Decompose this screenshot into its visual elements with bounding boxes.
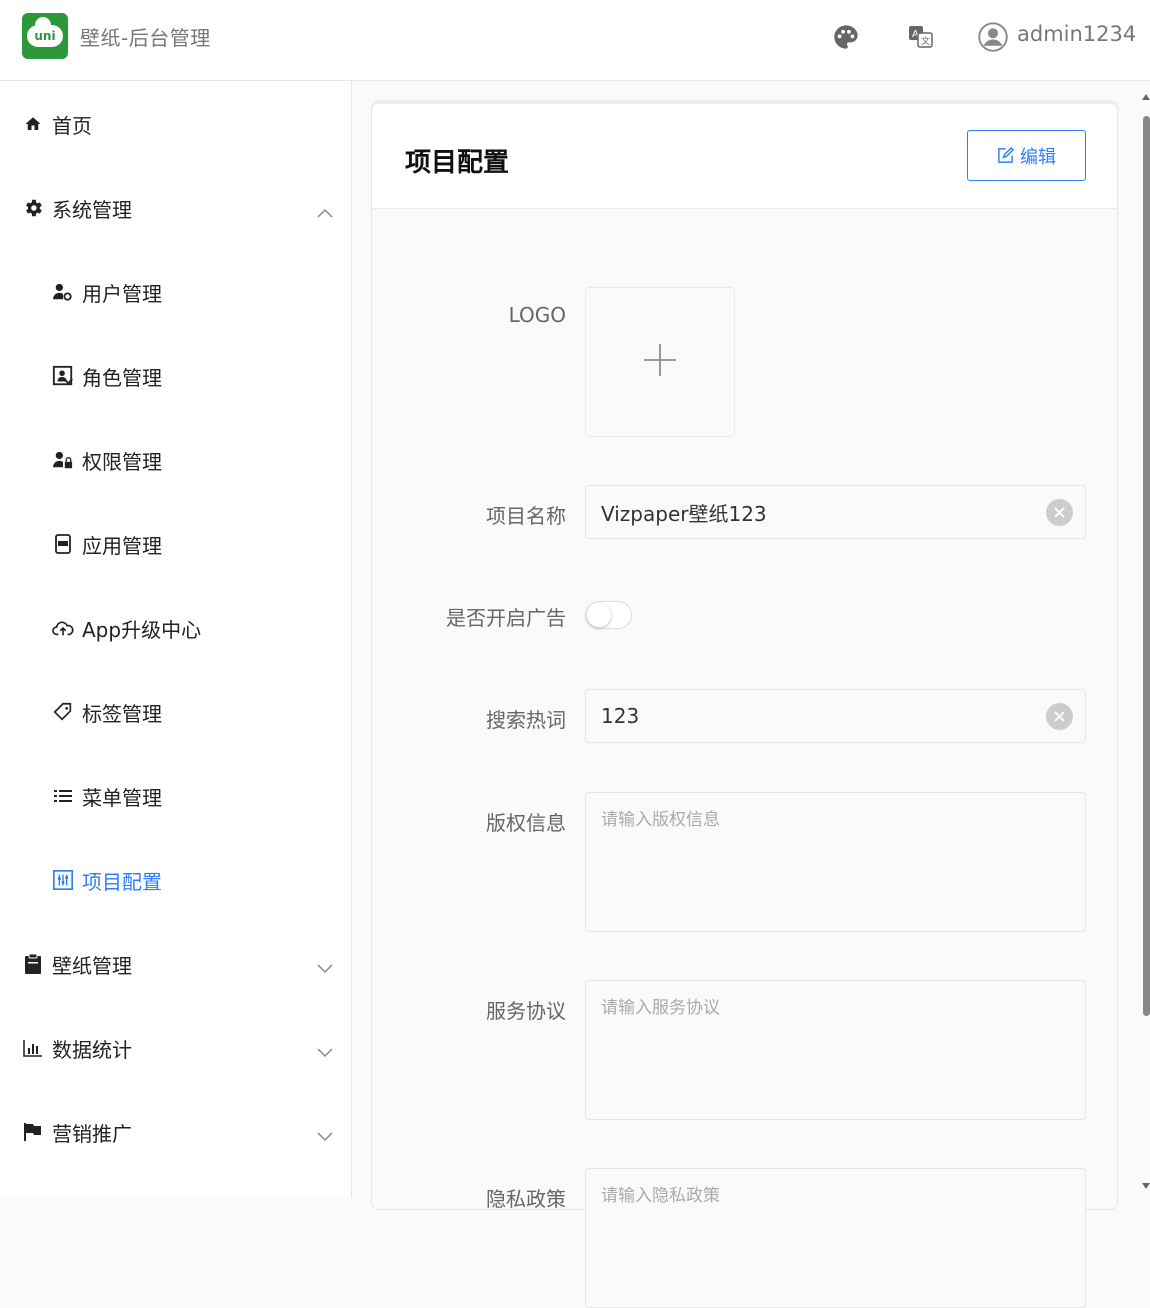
list-icon [52,785,74,807]
sidebar-item-menus[interactable]: 菜单管理 [0,754,351,838]
scrollbar-thumb[interactable] [1143,116,1150,1016]
page-title: 项目配置 [405,148,510,178]
copyright-label: 版权信息 [486,811,566,835]
sidebar-item-label: 权限管理 [82,449,162,474]
sidebar: 首页 系统管理 用户管理 角色管理 权限管理 应用管理 App升级中心 标签管理… [0,81,352,1197]
plus-icon [642,342,678,382]
copyright-placeholder: 请输入版权信息 [601,810,720,830]
settings-sliders-icon [52,869,74,891]
app-icon [52,533,74,555]
sidebar-item-home[interactable]: 首页 [0,82,351,166]
username[interactable]: admin1234 [1017,22,1136,46]
ads-toggle[interactable] [585,601,632,629]
service-label: 服务协议 [486,999,566,1023]
project-name-value: Vizpaper壁纸123 [601,501,767,526]
sidebar-item-statistics[interactable]: 数据统计 [0,1006,351,1090]
edit-button-label: 编辑 [1020,146,1056,168]
chevron-up-icon [317,199,333,223]
user-lock-icon [52,449,74,471]
user-avatar-icon[interactable] [978,22,1008,52]
sidebar-item-roles[interactable]: 角色管理 [0,334,351,418]
sidebar-item-project-config[interactable]: 项目配置 [0,838,351,922]
clear-icon[interactable] [1046,703,1073,730]
palette-icon[interactable] [831,22,861,52]
privacy-placeholder: 请输入隐私政策 [601,1186,720,1206]
chevron-down-icon [317,955,333,979]
tag-icon [52,701,74,723]
clear-icon[interactable] [1046,499,1073,526]
gear-icon [22,197,44,219]
sidebar-item-label: 菜单管理 [82,785,162,810]
svg-text:文: 文 [921,35,930,47]
sidebar-item-system[interactable]: 系统管理 [0,166,351,250]
app-logo: uni [22,13,68,59]
hotwords-label: 搜索热词 [486,708,566,732]
sidebar-item-label: 项目配置 [82,869,162,894]
project-name-label: 项目名称 [486,504,566,528]
sidebar-item-wallpapers[interactable]: 壁纸管理 [0,922,351,1006]
logo-text: uni [34,29,56,43]
sidebar-item-marketing[interactable]: 营销推广 [0,1090,351,1174]
app-title: 壁纸-后台管理 [80,26,211,50]
edit-button[interactable]: 编辑 [967,130,1086,181]
sidebar-item-tags[interactable]: 标签管理 [0,670,351,754]
service-textarea[interactable]: 请输入服务协议 [585,980,1086,1120]
chevron-down-icon [317,1039,333,1063]
sidebar-item-label: 营销推广 [52,1121,132,1146]
sidebar-item-label: 数据统计 [52,1037,132,1062]
card-header: 项目配置 编辑 [372,104,1117,209]
sidebar-item-app-upgrade[interactable]: App升级中心 [0,586,351,670]
sidebar-item-apps[interactable]: 应用管理 [0,502,351,586]
sidebar-item-label: 标签管理 [82,701,162,726]
role-icon [52,365,74,387]
sidebar-item-label: 首页 [52,113,92,138]
translate-icon[interactable]: A文 [906,22,936,52]
toggle-knob [587,603,611,627]
service-placeholder: 请输入服务协议 [601,998,720,1018]
edit-icon [997,147,1014,164]
clipboard-icon [22,953,44,975]
ads-label: 是否开启广告 [446,606,566,630]
logo-upload[interactable] [585,287,735,437]
sidebar-item-label: 应用管理 [82,533,162,558]
sidebar-item-label: 用户管理 [82,281,162,306]
logo-label: LOGO [508,303,566,327]
top-header: uni 壁纸-后台管理 A文 admin1234 [0,0,1150,81]
sidebar-item-label: 壁纸管理 [52,953,132,978]
sidebar-item-label: App升级中心 [82,617,202,642]
sidebar-item-users[interactable]: 用户管理 [0,250,351,334]
sidebar-item-label: 角色管理 [82,365,162,390]
scroll-up-icon[interactable] [1142,94,1150,100]
home-icon [22,113,44,135]
user-gear-icon [52,281,74,303]
flag-icon [22,1121,44,1143]
scroll-down-icon[interactable] [1142,1183,1150,1189]
chevron-down-icon [317,1123,333,1147]
sidebar-item-label: 系统管理 [52,197,132,222]
hotwords-input[interactable]: 123 [585,689,1086,743]
copyright-textarea[interactable]: 请输入版权信息 [585,792,1086,932]
privacy-textarea[interactable]: 请输入隐私政策 [585,1168,1086,1308]
bar-chart-icon [22,1037,44,1059]
privacy-label: 隐私政策 [486,1187,566,1211]
sidebar-item-permissions[interactable]: 权限管理 [0,418,351,502]
hotwords-value: 123 [601,704,640,728]
project-name-input[interactable]: Vizpaper壁纸123 [585,485,1086,539]
cloud-upload-icon [52,617,74,639]
